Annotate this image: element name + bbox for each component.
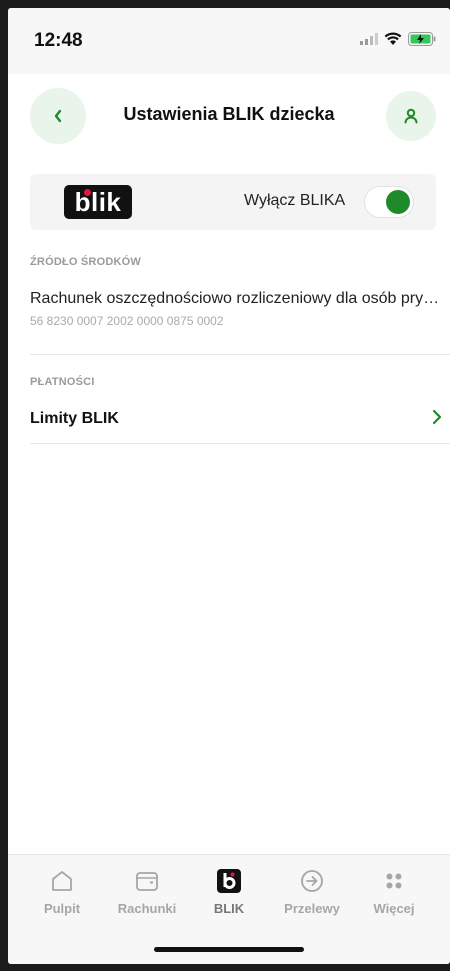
blik-logo: blik [64, 185, 132, 219]
account-number: 56 8230 0007 2002 0000 0875 0002 [30, 314, 224, 328]
navigation-header: Ustawienia BLIK dziecka [8, 74, 450, 164]
tab-pulpit-label: Pulpit [43, 901, 81, 916]
row-divider [30, 443, 450, 444]
tab-wiecej-label: Więcej [373, 901, 415, 916]
payments-section-label: PŁATNOŚCI [30, 376, 95, 388]
account-name: Rachunek oszczędnościowo rozliczeniowy d… [30, 290, 450, 307]
cellular-signal-icon [360, 33, 378, 45]
blik-logo-text: blik [74, 187, 122, 217]
limits-row-label: Limity BLIK [30, 410, 119, 427]
blik-toggle-card: blik Wyłącz BLIKA [30, 174, 436, 230]
tab-wiecej[interactable]: Więcej [354, 867, 434, 916]
chevron-right-icon [432, 409, 442, 425]
tab-pulpit[interactable]: Pulpit [22, 867, 102, 916]
bottom-tab-bar: Pulpit Rachunki BLIK Przelewy Więcej [8, 854, 450, 964]
home-indicator [154, 947, 304, 952]
section-divider [30, 354, 450, 355]
status-bar: 12:48 [8, 8, 450, 74]
tab-przelewy[interactable]: Przelewy [272, 867, 352, 916]
toggle-knob [386, 190, 410, 214]
main-content: blik Wyłącz BLIKA ŹRÓDŁO ŚRODKÓW Rachune… [8, 164, 450, 854]
blik-logo-dot [84, 189, 91, 196]
tab-rachunki[interactable]: Rachunki [107, 867, 187, 916]
child-profile-button[interactable] [386, 91, 436, 141]
blik-toggle-switch[interactable] [364, 186, 414, 218]
person-icon [404, 108, 418, 124]
blik-icon [217, 869, 241, 893]
tab-rachunki-label: Rachunki [117, 901, 177, 916]
tab-blik[interactable]: BLIK [189, 867, 269, 916]
grid-dots-icon [386, 873, 402, 889]
tab-przelewy-label: Przelewy [284, 901, 340, 916]
phone-screen: 12:48 Ustawienia BLIK dziecka blik Wyłąc… [8, 8, 450, 964]
status-time: 12:48 [34, 30, 83, 51]
page-title: Ustawienia BLIK dziecka [123, 104, 335, 124]
wallet-icon [136, 872, 158, 891]
funds-source-section-label: ŹRÓDŁO ŚRODKÓW [30, 256, 141, 268]
arrow-circle-icon [301, 870, 323, 892]
tab-blik-label: BLIK [213, 901, 245, 916]
wifi-icon [384, 32, 402, 45]
status-icons [360, 32, 436, 46]
blik-toggle-label: Wyłącz BLIKA [244, 192, 346, 209]
limits-row[interactable]: Limity BLIK [30, 400, 450, 442]
battery-charging-icon [408, 32, 436, 46]
home-icon [52, 871, 72, 891]
